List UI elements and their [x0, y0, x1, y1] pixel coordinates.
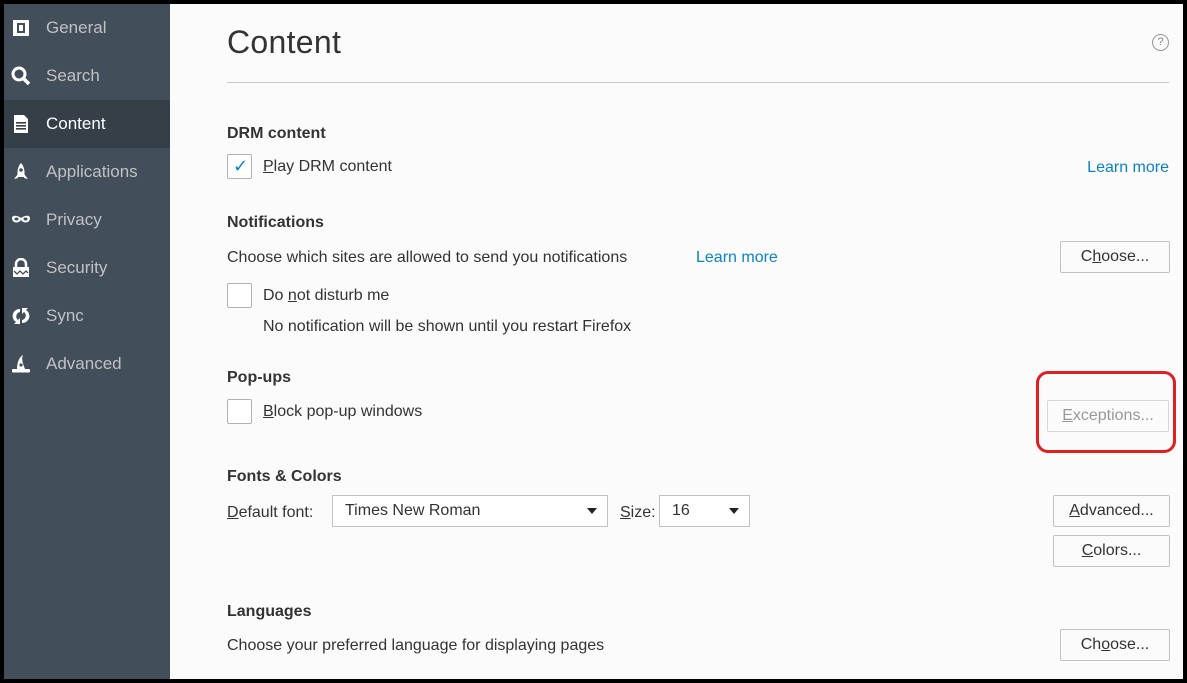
- block-popups-label[interactable]: Block pop-up windows: [263, 403, 422, 421]
- sidebar-item-label: Applications: [46, 162, 138, 181]
- chevron-down-icon: [729, 508, 739, 514]
- play-drm-label[interactable]: Play DRM content: [263, 158, 392, 176]
- font-size-label: Size:: [620, 504, 656, 521]
- notifications-description: Choose which sites are allowed to send y…: [227, 249, 628, 266]
- sidebar-item-content[interactable]: Content: [4, 100, 170, 148]
- default-font-select[interactable]: Times New Roman: [332, 495, 608, 527]
- preferences-window: General Search Content Applications Priv…: [4, 4, 1183, 679]
- do-not-disturb-checkbox[interactable]: [227, 283, 252, 308]
- sidebar-item-label: Search: [46, 66, 100, 85]
- privacy-mask-icon: [10, 209, 32, 231]
- title-divider: [227, 82, 1169, 83]
- popup-exceptions-button[interactable]: Exceptions...: [1047, 400, 1169, 432]
- popups-heading: Pop-ups: [227, 369, 291, 386]
- block-popups-checkbox[interactable]: [227, 399, 252, 424]
- advanced-wizard-hat-icon: [10, 353, 32, 375]
- sidebar: General Search Content Applications Priv…: [4, 4, 170, 679]
- font-size-select[interactable]: 16: [659, 495, 750, 527]
- font-size-value: 16: [672, 502, 690, 519]
- sync-icon: [10, 305, 32, 327]
- chevron-down-icon: [587, 508, 597, 514]
- sidebar-item-label: General: [46, 18, 107, 37]
- do-not-disturb-label[interactable]: Do not disturb me: [263, 287, 389, 305]
- play-drm-checkbox[interactable]: ✓: [227, 154, 252, 179]
- content-panel: Content ? DRM content ✓ Play DRM content…: [170, 4, 1183, 679]
- notifications-heading: Notifications: [227, 214, 324, 231]
- content-icon: [10, 113, 32, 135]
- drm-learn-more-link[interactable]: Learn more: [1087, 159, 1169, 177]
- sidebar-item-privacy[interactable]: Privacy: [4, 196, 170, 244]
- sidebar-item-label: Privacy: [46, 210, 102, 229]
- notifications-learn-more-link[interactable]: Learn more: [696, 249, 778, 267]
- languages-choose-button[interactable]: Ch o ose...: [1060, 629, 1170, 661]
- default-font-value: Times New Roman: [345, 502, 481, 519]
- sidebar-item-applications[interactable]: Applications: [4, 148, 170, 196]
- checkmark-icon: ✓: [233, 156, 249, 176]
- fonts-colors-heading: Fonts & Colors: [227, 468, 342, 485]
- sidebar-item-general[interactable]: General: [4, 4, 170, 52]
- applications-icon: [10, 161, 32, 183]
- sidebar-item-label: Content: [46, 114, 106, 133]
- sidebar-item-search[interactable]: Search: [4, 52, 170, 100]
- general-icon: [10, 17, 32, 39]
- help-icon[interactable]: ?: [1152, 34, 1169, 51]
- sidebar-item-label: Sync: [46, 306, 84, 325]
- drm-heading: DRM content: [227, 125, 326, 142]
- page-title: Content: [227, 24, 342, 60]
- default-font-label: Default font:: [227, 504, 314, 521]
- sidebar-item-security[interactable]: Security: [4, 244, 170, 292]
- fonts-advanced-button[interactable]: Advanced...: [1053, 495, 1170, 527]
- do-not-disturb-note: No notification will be shown until you …: [263, 318, 632, 335]
- languages-description: Choose your preferred language for displ…: [227, 637, 605, 654]
- sidebar-item-label: Advanced: [46, 354, 122, 373]
- sidebar-item-label: Security: [46, 258, 108, 277]
- colors-button[interactable]: Colors...: [1053, 535, 1170, 567]
- sidebar-item-sync[interactable]: Sync: [4, 292, 170, 340]
- languages-heading: Languages: [227, 603, 312, 620]
- search-icon: [10, 65, 32, 87]
- notifications-choose-button[interactable]: Ch oose...: [1060, 241, 1170, 273]
- sidebar-item-advanced[interactable]: Advanced: [4, 340, 170, 388]
- security-lock-icon: [10, 257, 32, 279]
